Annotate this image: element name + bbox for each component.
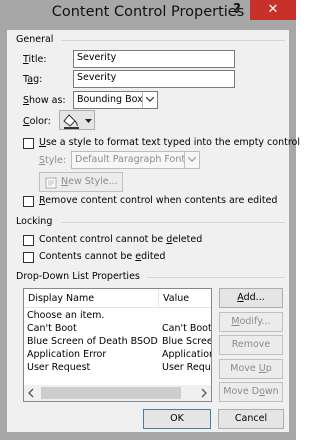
close-icon: ✕ <box>267 2 279 17</box>
chevron-down-icon <box>184 152 199 168</box>
new-style-icon <box>45 177 57 189</box>
color-dropdown-arrow-icon <box>85 119 92 123</box>
list-item-value: Can't Boot <box>162 323 211 334</box>
locking-separator <box>61 222 285 223</box>
dropdown-properties-heading: Drop-Down List Properties <box>16 271 140 282</box>
list-item-display-name: Choose an item. <box>27 310 105 321</box>
style-value: Default Paragraph Font <box>75 154 186 165</box>
remove-button[interactable]: Remove <box>219 335 283 355</box>
list-item-value: Blue Screen <box>162 336 211 347</box>
content-control-properties-dialog: Content Control Properties ? ✕ General T… <box>0 0 300 440</box>
list-item[interactable]: Can't Boot Can't Boot <box>24 323 211 336</box>
help-button[interactable]: ? <box>224 0 250 20</box>
list-item[interactable]: Choose an item. <box>24 310 211 323</box>
general-separator <box>61 40 285 41</box>
modify-button[interactable]: Modify... <box>219 312 283 332</box>
cannot-edit-label: Contents cannot be edited <box>39 251 166 262</box>
column-header-value[interactable]: Value <box>163 293 189 304</box>
list-item-display-name: Application Error <box>27 349 107 360</box>
style-select[interactable]: Default Paragraph Font <box>71 151 200 169</box>
show-as-select[interactable]: Bounding Box <box>73 91 158 109</box>
new-style-button[interactable]: New Style... <box>39 172 123 192</box>
cancel-button[interactable]: Cancel <box>218 409 284 429</box>
scroll-right-arrow-icon[interactable] <box>195 385 211 401</box>
list-item-display-name: Blue Screen of Death BSOD <box>27 336 158 347</box>
tag-input[interactable]: Severity <box>73 70 235 88</box>
list-item[interactable]: User Request User Request <box>24 362 211 375</box>
list-item-display-name: User Request <box>27 362 91 373</box>
column-separator[interactable] <box>158 289 159 308</box>
style-label: Style: <box>39 155 67 166</box>
title-label: Title: <box>23 54 47 65</box>
paint-bucket-icon <box>63 114 79 129</box>
color-picker-button[interactable] <box>59 110 95 130</box>
title-input[interactable]: Severity <box>73 50 235 68</box>
chevron-down-icon <box>142 92 157 108</box>
locking-heading: Locking <box>16 216 53 227</box>
close-button[interactable]: ✕ <box>250 0 296 20</box>
list-item-value: User Request <box>162 362 211 373</box>
add-button[interactable]: Add... <box>219 288 283 308</box>
new-style-label: New Style... <box>61 176 118 187</box>
title-bar[interactable]: Content Control Properties ? ✕ <box>0 0 296 30</box>
cannot-delete-checkbox[interactable] <box>23 235 34 246</box>
list-item-value: Application <box>162 349 211 360</box>
horizontal-scrollbar[interactable] <box>24 385 211 401</box>
general-heading: General <box>16 34 54 45</box>
cannot-delete-label: Content control cannot be deleted <box>39 234 203 245</box>
move-up-button[interactable]: Move Up <box>219 359 283 379</box>
tag-label: Tag: <box>23 74 43 85</box>
dialog-body: General Title: Severity Tag: Severity Sh… <box>7 30 300 432</box>
move-down-button[interactable]: Move Down <box>219 382 283 402</box>
column-header-display-name[interactable]: Display Name <box>28 293 94 304</box>
show-as-value: Bounding Box <box>77 94 143 105</box>
cannot-edit-checkbox[interactable] <box>23 252 34 263</box>
list-item-display-name: Can't Boot <box>27 323 77 334</box>
ok-button[interactable]: OK <box>143 409 211 429</box>
show-as-label: Show as: <box>23 95 66 106</box>
list-item[interactable]: Blue Screen of Death BSOD Blue Screen <box>24 336 211 349</box>
color-label: Color: <box>23 116 51 127</box>
use-style-label: Use a style to format text typed into th… <box>39 137 300 148</box>
remove-when-edited-label: Remove content control when contents are… <box>39 195 278 206</box>
use-style-checkbox[interactable] <box>23 138 34 149</box>
list-header: Display Name Value <box>24 289 211 308</box>
scroll-left-arrow-icon[interactable] <box>24 385 40 401</box>
scrollbar-thumb[interactable] <box>41 387 181 399</box>
dropdown-list[interactable]: Display Name Value Choose an item. Can't… <box>23 288 212 402</box>
dropdown-separator <box>147 277 285 278</box>
list-item[interactable]: Application Error Application <box>24 349 211 362</box>
remove-when-edited-checkbox[interactable] <box>23 196 34 207</box>
